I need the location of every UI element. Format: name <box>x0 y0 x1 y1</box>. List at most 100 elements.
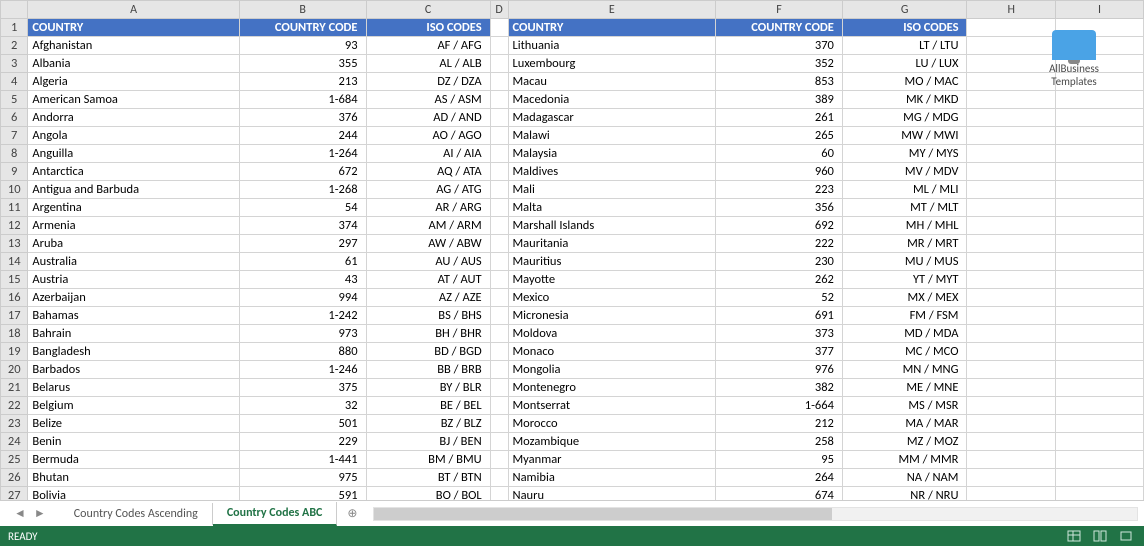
column-header-C[interactable]: C <box>366 1 490 19</box>
column-header-A[interactable]: A <box>28 1 239 19</box>
cell[interactable]: LT / LTU <box>842 37 967 55</box>
cell[interactable]: BB / BRB <box>366 361 490 379</box>
cell[interactable]: AG / ATG <box>366 181 490 199</box>
cell[interactable]: Mongolia <box>508 361 716 379</box>
cell[interactable]: 674 <box>716 487 843 501</box>
cell[interactable] <box>967 145 1055 163</box>
cell[interactable] <box>1055 469 1143 487</box>
cell[interactable]: 61 <box>239 253 366 271</box>
cell[interactable]: Malta <box>508 199 716 217</box>
cell[interactable] <box>490 145 508 163</box>
cell[interactable] <box>1055 289 1143 307</box>
cell[interactable]: BS / BHS <box>366 307 490 325</box>
view-normal-icon[interactable] <box>1064 528 1084 544</box>
cell[interactable]: Mayotte <box>508 271 716 289</box>
cell[interactable]: 95 <box>716 451 843 469</box>
cell[interactable] <box>1055 361 1143 379</box>
cell[interactable]: NR / NRU <box>842 487 967 501</box>
cell[interactable] <box>967 199 1055 217</box>
cell[interactable]: 375 <box>239 379 366 397</box>
cell[interactable]: Marshall Islands <box>508 217 716 235</box>
cell[interactable] <box>1055 145 1143 163</box>
cell[interactable]: MC / MCO <box>842 343 967 361</box>
cell[interactable] <box>967 343 1055 361</box>
cell[interactable]: AZ / AZE <box>366 289 490 307</box>
cell[interactable] <box>490 235 508 253</box>
cell[interactable]: BD / BGD <box>366 343 490 361</box>
cell[interactable]: 1-246 <box>239 361 366 379</box>
row-header[interactable]: 15 <box>1 271 28 289</box>
cell[interactable]: BO / BOL <box>366 487 490 501</box>
cell[interactable]: 52 <box>716 289 843 307</box>
horizontal-scroll-thumb[interactable] <box>374 508 832 520</box>
cell[interactable] <box>1055 181 1143 199</box>
cell[interactable]: AW / ABW <box>366 235 490 253</box>
cell[interactable]: 264 <box>716 469 843 487</box>
cell[interactable]: 93 <box>239 37 366 55</box>
column-header-I[interactable]: I <box>1055 1 1143 19</box>
cell[interactable]: Malawi <box>508 127 716 145</box>
cell[interactable]: 853 <box>716 73 843 91</box>
cell[interactable]: 32 <box>239 397 366 415</box>
cell[interactable]: 54 <box>239 199 366 217</box>
cell[interactable]: 376 <box>239 109 366 127</box>
column-header-B[interactable]: B <box>239 1 366 19</box>
cell[interactable]: 370 <box>716 37 843 55</box>
cell[interactable]: COUNTRY CODE <box>716 19 843 37</box>
cell[interactable]: 355 <box>239 55 366 73</box>
cell[interactable]: ME / MNE <box>842 379 967 397</box>
row-header[interactable]: 19 <box>1 343 28 361</box>
cell[interactable] <box>1055 235 1143 253</box>
row-header[interactable]: 7 <box>1 127 28 145</box>
cell[interactable]: MH / MHL <box>842 217 967 235</box>
cell[interactable] <box>967 487 1055 501</box>
cell[interactable]: AR / ARG <box>366 199 490 217</box>
cell[interactable]: Austria <box>28 271 239 289</box>
cell[interactable]: Lithuania <box>508 37 716 55</box>
cell[interactable] <box>490 37 508 55</box>
cell[interactable]: Mauritius <box>508 253 716 271</box>
cell[interactable]: 382 <box>716 379 843 397</box>
cell[interactable]: MW / MWI <box>842 127 967 145</box>
column-header-D[interactable]: D <box>490 1 508 19</box>
cell[interactable]: 261 <box>716 109 843 127</box>
cell[interactable]: AO / AGO <box>366 127 490 145</box>
cell[interactable]: 1-264 <box>239 145 366 163</box>
row-header[interactable]: 18 <box>1 325 28 343</box>
sheet-tab-ascending[interactable]: Country Codes Ascending <box>60 503 213 525</box>
cell[interactable]: Macedonia <box>508 91 716 109</box>
tab-nav-next-icon[interactable]: ► <box>30 506 50 521</box>
cell[interactable]: Luxembourg <box>508 55 716 73</box>
cell[interactable]: Antigua and Barbuda <box>28 181 239 199</box>
cell[interactable] <box>1055 163 1143 181</box>
cell[interactable] <box>1055 91 1143 109</box>
cell[interactable]: MY / MYS <box>842 145 967 163</box>
column-header-E[interactable]: E <box>508 1 716 19</box>
cell[interactable]: Moldova <box>508 325 716 343</box>
cell[interactable]: MN / MNG <box>842 361 967 379</box>
cell[interactable] <box>967 289 1055 307</box>
cell[interactable] <box>490 397 508 415</box>
cell[interactable]: MA / MAR <box>842 415 967 433</box>
cell[interactable]: Morocco <box>508 415 716 433</box>
cell[interactable]: MM / MMR <box>842 451 967 469</box>
cell[interactable]: Algeria <box>28 73 239 91</box>
cell[interactable]: Micronesia <box>508 307 716 325</box>
cell[interactable]: 352 <box>716 55 843 73</box>
cell[interactable]: 691 <box>716 307 843 325</box>
cell[interactable]: Monaco <box>508 343 716 361</box>
cell[interactable]: AT / AUT <box>366 271 490 289</box>
cell[interactable] <box>967 271 1055 289</box>
row-header[interactable]: 5 <box>1 91 28 109</box>
row-header[interactable]: 22 <box>1 397 28 415</box>
cell[interactable]: 258 <box>716 433 843 451</box>
cell[interactable] <box>967 127 1055 145</box>
cell[interactable]: BZ / BLZ <box>366 415 490 433</box>
cell[interactable] <box>490 253 508 271</box>
cell[interactable]: BH / BHR <box>366 325 490 343</box>
cell[interactable]: Argentina <box>28 199 239 217</box>
row-header[interactable]: 12 <box>1 217 28 235</box>
cell[interactable] <box>1055 271 1143 289</box>
view-page-layout-icon[interactable] <box>1090 528 1110 544</box>
cell[interactable]: 1-242 <box>239 307 366 325</box>
